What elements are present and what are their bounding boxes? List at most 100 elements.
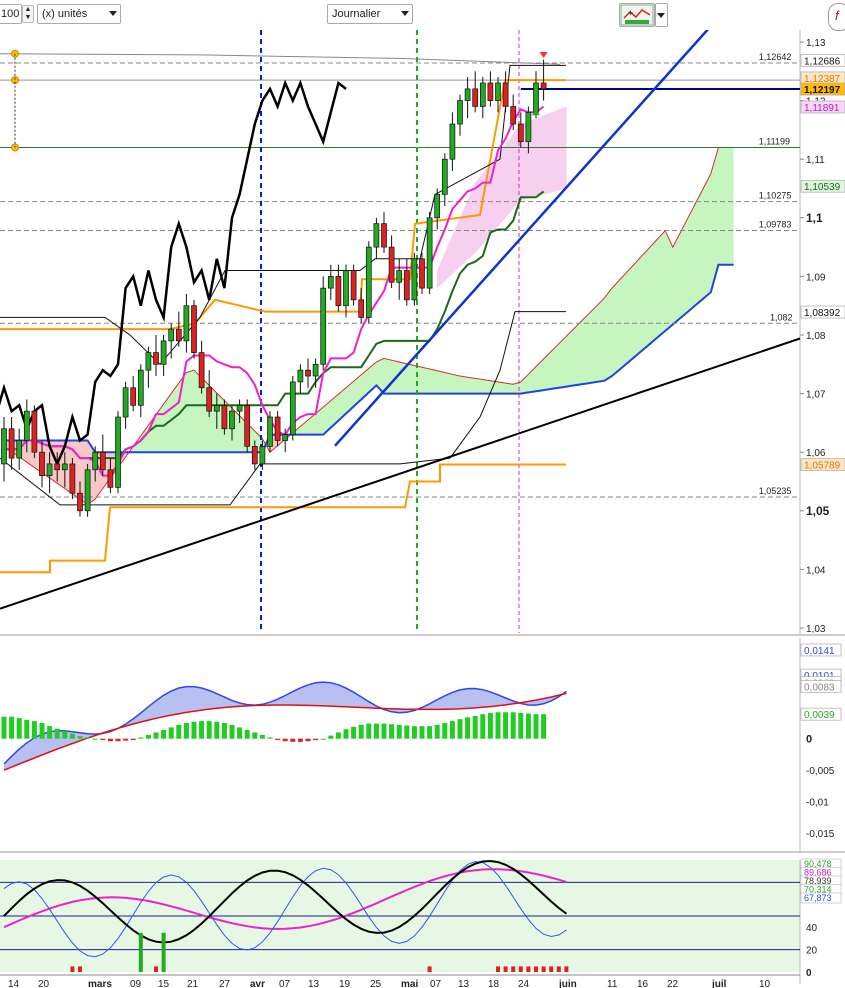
histogram-bar <box>381 723 387 739</box>
histogram-bar <box>47 726 53 739</box>
candle <box>289 381 296 435</box>
signal-bar <box>511 966 516 972</box>
histogram-bar <box>525 713 531 739</box>
signal-bar <box>541 966 546 972</box>
y-tick-label: 1,08 <box>806 331 826 342</box>
candle <box>160 340 167 365</box>
histogram-bar <box>495 712 501 739</box>
candle <box>69 463 76 494</box>
x-tick-label: 24 <box>518 979 530 988</box>
y-tick-label: 1,07 <box>806 390 826 401</box>
histogram-bar <box>358 724 364 739</box>
spin-arrows-icon[interactable]: ▲ ▼ <box>22 5 34 23</box>
signal-bar <box>549 966 554 972</box>
histogram-bar <box>275 738 281 740</box>
candle <box>274 416 281 441</box>
candle <box>137 369 144 406</box>
macd-panel: 0-0,005-0,01-0,0150,01410,01010,00890,00… <box>0 638 845 853</box>
histogram-bar <box>16 717 22 739</box>
histogram-bar <box>31 721 37 739</box>
y-tick-label: 1,1 <box>806 211 823 225</box>
candle <box>107 469 114 488</box>
indicator-dropdown[interactable] <box>655 3 668 27</box>
histogram-bar <box>503 712 509 739</box>
candle <box>297 369 304 383</box>
x-tick-label: 22 <box>667 979 679 988</box>
histogram-bar <box>176 724 182 739</box>
histogram-bar <box>92 738 98 740</box>
candle <box>479 82 486 107</box>
histogram-bar <box>541 714 547 739</box>
x-tick-label: juil <box>711 979 727 988</box>
histogram-bar <box>373 723 379 739</box>
histogram-bar <box>69 733 75 739</box>
candle <box>525 111 532 142</box>
histogram-bar <box>100 738 106 740</box>
y-tick-label: 20 <box>806 946 818 957</box>
x-tick-label: 10 <box>759 979 771 988</box>
level-label: 1,082 <box>770 312 793 322</box>
histogram-bar <box>77 736 83 739</box>
price-panel: 1,131,121,111,11,091,081,071,061,051,041… <box>0 30 845 636</box>
histogram-bar <box>472 716 478 739</box>
x-tick-label: 27 <box>219 979 231 988</box>
candle <box>39 451 45 476</box>
x-tick-label: 09 <box>130 979 142 988</box>
candle <box>403 270 410 301</box>
x-tick-label: 13 <box>308 979 320 988</box>
candle <box>510 106 517 125</box>
histogram-bar <box>259 734 265 739</box>
candle <box>99 451 106 471</box>
x-tick-label: avr <box>250 979 265 988</box>
x-tick-label: 16 <box>637 979 649 988</box>
histogram-bar <box>366 723 372 739</box>
histogram-bar <box>62 731 68 739</box>
indicator-tool-button[interactable]: + <box>619 3 655 27</box>
candle <box>31 410 38 453</box>
histogram-bar <box>54 728 60 739</box>
y-tick-label: 1,11 <box>806 155 825 166</box>
histogram-bar <box>221 722 227 739</box>
signal-bar <box>564 966 569 972</box>
y-tick-label: 1,06 <box>806 448 826 459</box>
candle <box>130 387 137 406</box>
period-value: 100 <box>1 8 20 20</box>
price-label: 1,12686 <box>804 56 841 67</box>
candle <box>183 305 190 342</box>
side-scroll-icon[interactable]: f <box>828 3 845 31</box>
interval-select[interactable]: Journalier <box>327 4 413 24</box>
histogram-bar <box>123 738 129 741</box>
y-tick-label: 0 <box>806 968 812 979</box>
histogram-bar <box>533 714 539 739</box>
histogram-bar <box>39 722 45 739</box>
period-input[interactable]: 100 <box>0 4 22 24</box>
y-tick-label: 0 <box>806 734 812 746</box>
price-label: 1,08392 <box>804 308 841 319</box>
x-tick-label: 11 <box>607 979 618 988</box>
candle <box>381 223 387 248</box>
level-label: 1,12642 <box>759 52 792 62</box>
candle <box>221 404 228 430</box>
level-label: 1,11199 <box>759 137 790 147</box>
histogram-bar <box>328 735 334 739</box>
candle <box>8 428 15 459</box>
histogram-bar <box>442 722 448 739</box>
value-label: 0,0039 <box>804 710 835 721</box>
candle <box>320 287 327 365</box>
candle <box>449 123 456 160</box>
candle <box>175 328 182 342</box>
x-tick-label: mai <box>401 979 418 988</box>
candle <box>244 404 251 447</box>
histogram-bar <box>153 732 159 739</box>
histogram-bar <box>320 738 326 740</box>
histogram-bar <box>396 724 402 739</box>
histogram-bar <box>282 738 288 742</box>
signal-bar <box>154 966 158 972</box>
units-select[interactable]: (x) unités <box>37 4 121 24</box>
candle <box>327 276 334 289</box>
candle <box>419 258 425 289</box>
histogram-bar <box>465 717 471 739</box>
histogram-bar <box>267 737 273 739</box>
candle <box>23 410 30 441</box>
x-tick-label: mars <box>88 979 112 988</box>
